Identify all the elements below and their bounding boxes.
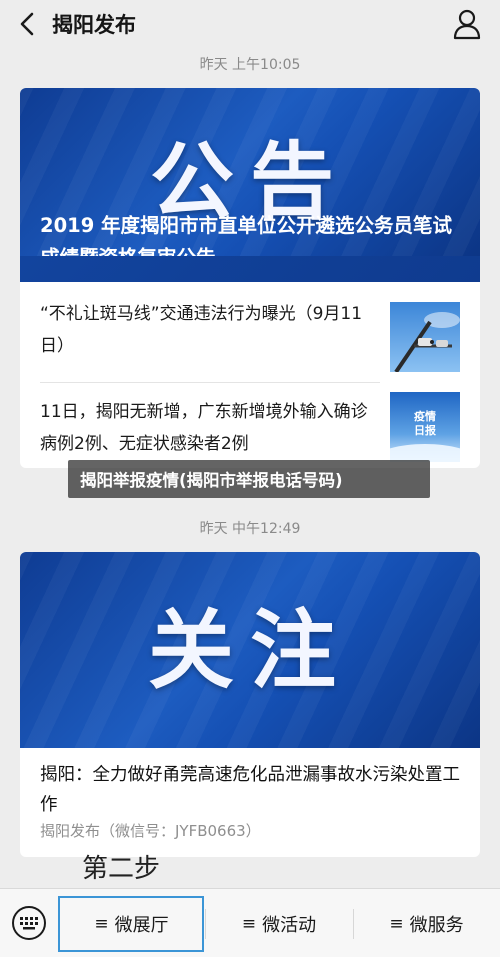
image-caption-overlay: 揭阳举报疫情(揭阳市举报电话号码) [68,460,430,498]
list-item-epidemic[interactable]: 11日，揭阳无新增，广东新增境外输入确诊病例2例、无症状感染者2例 疫情 日报 [20,382,480,468]
list-item-traffic[interactable]: “不礼让斑马线”交通违法行为曝光（9月11日） [20,282,480,382]
menu-lines-icon: ≡ [389,913,404,934]
banner-big-text: 关注 [148,600,352,701]
back-arrow-icon[interactable] [14,10,40,38]
menu-lines-icon: ≡ [241,913,257,934]
traffic-camera-thumbnail [390,302,460,372]
message-timestamp: 昨天 上午10:05 [199,57,301,73]
svg-text:疫情: 疫情 [414,409,436,423]
svg-text:日报: 日报 [414,423,437,437]
cover-banner-bottom [20,256,480,282]
menu-item-micro-events[interactable]: ≡ 微活动 [205,889,353,957]
list-item-title: “不礼让斑马线”交通违法行为曝光（9月11日） [40,304,363,356]
keyboard-toggle-icon[interactable] [10,904,48,942]
message-timestamp: 昨天 中午12:49 [199,521,301,537]
epidemic-report-thumbnail: 疫情 日报 [390,392,460,462]
menu-item-label: 微活动 [262,914,317,936]
cover-article-title: 2019 年度揭阳市市直单位公开遴选公务员笔试成绩暨资格复审公告 [40,214,453,256]
menu-item-micro-services[interactable]: ≡ 微服务 [353,889,500,957]
cover-banner[interactable]: 公告 2019 年度揭阳市市直单位公开遴选公务员笔试成绩暨资格复审公告 [20,88,480,256]
menu-item-micro-gallery[interactable]: ≡ 微展厅 [58,889,205,957]
account-title: 揭阳发布 [52,13,136,37]
profile-icon[interactable] [452,8,482,40]
list-item-title: 11日，揭阳无新增，广东新增境外输入确诊病例2例、无症状感染者2例 [40,402,368,454]
step-annotation: 第二步 [82,854,161,884]
cover-banner[interactable]: 关注 [20,552,480,748]
menu-lines-icon: ≡ [94,913,109,934]
article-source: 揭阳发布（微信号：JYFB0663） [40,822,261,840]
article-card-2[interactable]: 关注 揭阳：全力做好甬莞高速危化品泄漏事故水污染处置工作 揭阳发布（微信号：JY… [20,552,480,857]
top-bar: 揭阳发布 [0,0,500,48]
article-card-1: 公告 2019 年度揭阳市市直单位公开遴选公务员笔试成绩暨资格复审公告 “不礼让… [20,88,480,468]
menu-item-label: 微展厅 [114,914,169,936]
menu-item-label: 微服务 [409,914,464,936]
bottom-menu-bar: ≡ 微展厅 ≡ 微活动 ≡ 微服务 [0,888,500,957]
article-headline[interactable]: 揭阳：全力做好甬莞高速危化品泄漏事故水污染处置工作 [40,760,465,820]
